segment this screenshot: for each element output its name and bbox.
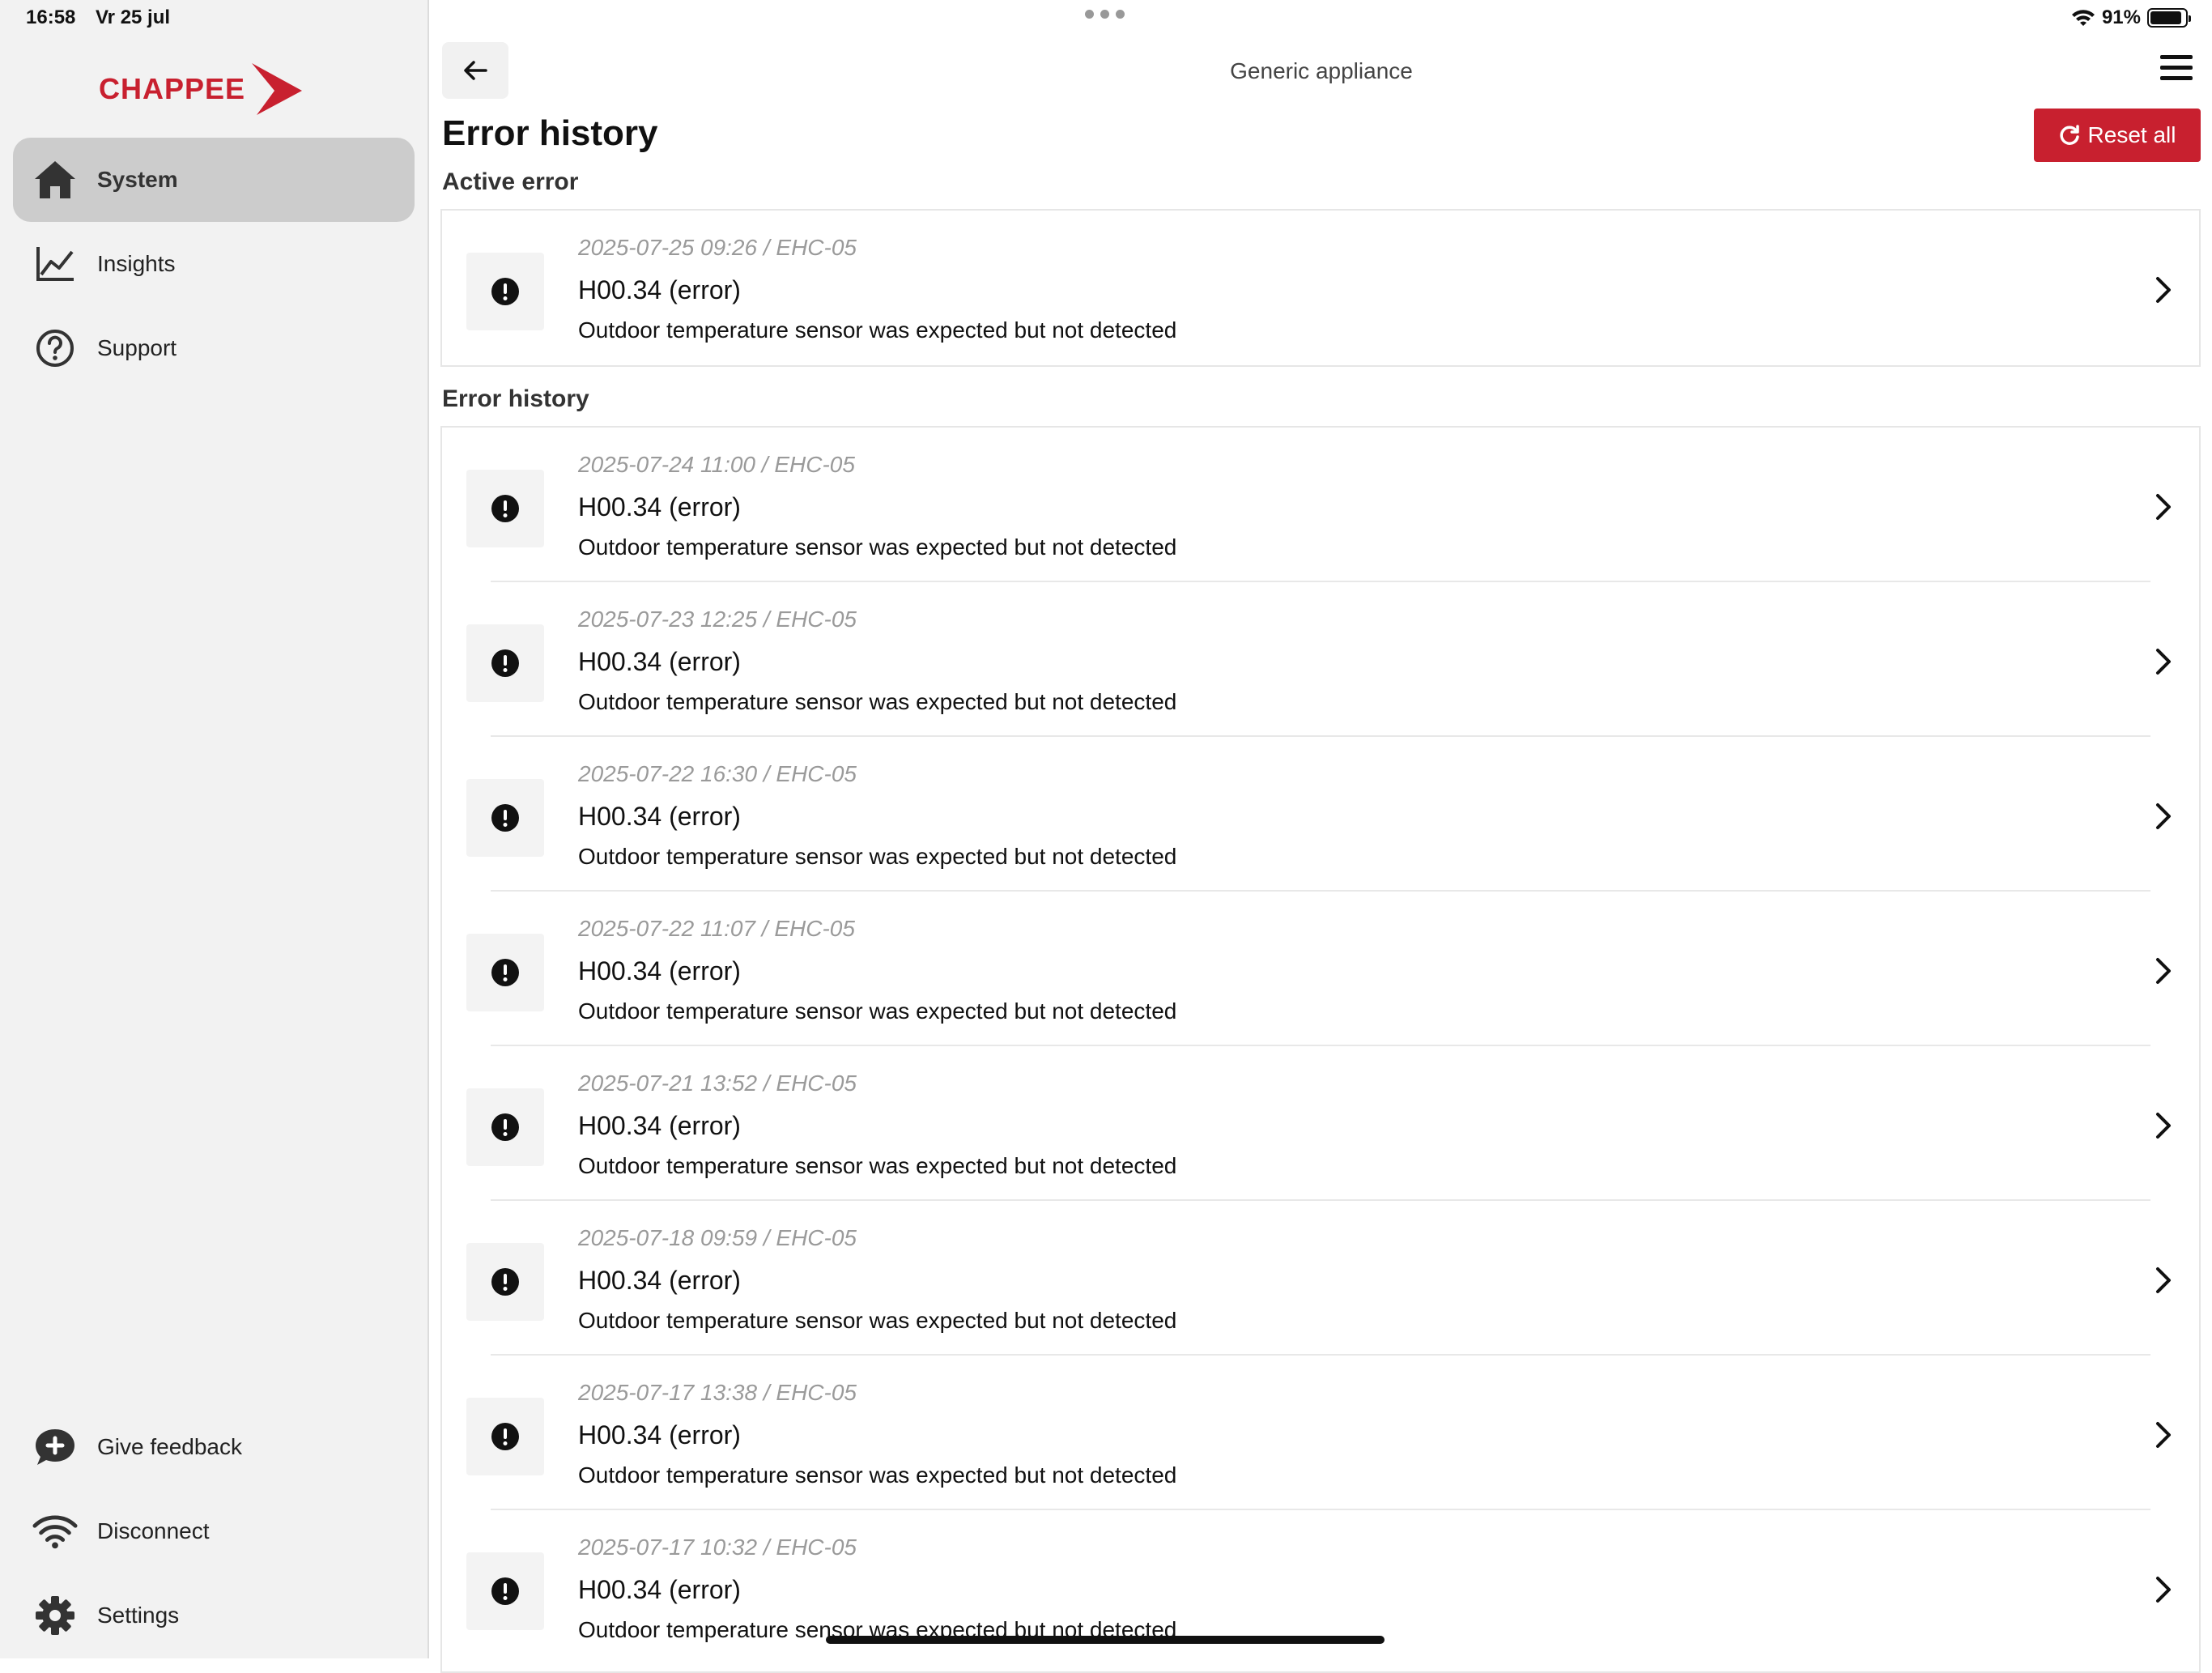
arrow-left-icon	[464, 61, 487, 80]
sidebar-item-label: Settings	[97, 1603, 180, 1628]
chevron-right-icon	[2156, 1422, 2171, 1448]
error-icon	[466, 1088, 544, 1166]
error-history-heading: Error history	[442, 385, 589, 412]
error-description: Outdoor temperature sensor was expected …	[578, 998, 1177, 1024]
sidebar-item-label: Insights	[97, 251, 176, 276]
error-timestamp: 2025-07-25 09:26 / EHC-05	[578, 235, 857, 260]
home-icon	[32, 157, 78, 202]
chevron-right-icon	[2156, 649, 2171, 675]
error-icon	[466, 934, 544, 1011]
status-bar: 16:58 Vr 25 jul 91%	[0, 0, 2212, 39]
error-icon	[466, 1398, 544, 1475]
sidebar-item-insights[interactable]: Insights	[13, 222, 415, 306]
error-code: H00.34 (error)	[578, 802, 741, 831]
error-list-item[interactable]: 2025-07-22 11:07 / EHC-05 H00.34 (error) O…	[442, 892, 2199, 1046]
error-icon	[466, 779, 544, 857]
battery-percent: 91%	[2101, 6, 2141, 28]
back-button[interactable]	[442, 42, 508, 99]
error-code: H00.34 (error)	[578, 1111, 741, 1140]
error-list-item[interactable]: 2025-07-17 13:38 / EHC-05 H00.34 (error) O…	[442, 1356, 2199, 1510]
battery-icon	[2147, 8, 2191, 28]
error-timestamp: 2025-07-18 09:59 / EHC-05	[578, 1225, 857, 1250]
header-title: Generic appliance	[1230, 58, 1413, 83]
wifi-icon	[32, 1509, 78, 1554]
error-list-item[interactable]: 2025-07-22 16:30 / EHC-05 H00.34 (error) O…	[442, 737, 2199, 892]
help-circle-icon	[32, 326, 78, 371]
error-code: H00.34 (error)	[578, 1266, 741, 1295]
sidebar-item-label: System	[97, 167, 178, 192]
error-icon	[466, 624, 544, 702]
error-timestamp: 2025-07-17 10:32 / EHC-05	[578, 1535, 857, 1560]
error-description: Outdoor temperature sensor was expected …	[578, 689, 1177, 714]
error-timestamp: 2025-07-22 16:30 / EHC-05	[578, 761, 857, 786]
sidebar-item-system[interactable]: System	[13, 138, 415, 222]
error-description: Outdoor temperature sensor was expected …	[578, 1153, 1177, 1178]
chevron-right-icon	[2156, 958, 2171, 984]
chappee-logo: CHAPPEE	[99, 62, 304, 117]
sidebar-item-label: Support	[97, 335, 177, 360]
sidebar-item-label: Disconnect	[97, 1518, 210, 1543]
error-icon	[466, 1243, 544, 1321]
wifi-status-icon	[2071, 10, 2095, 26]
error-code: H00.34 (error)	[578, 1575, 741, 1604]
status-indicators: 91%	[2071, 6, 2191, 29]
sidebar-item-give-feedback[interactable]: Give feedback	[13, 1405, 415, 1489]
sidebar-item-label: Give feedback	[97, 1434, 242, 1459]
multitasking-dots-icon[interactable]	[1085, 10, 1125, 19]
active-error-heading: Active error	[442, 168, 579, 195]
error-code: H00.34 (error)	[578, 956, 741, 985]
error-list-item[interactable]: 2025-07-21 13:52 / EHC-05 H00.34 (error) O…	[442, 1046, 2199, 1201]
sidebar-item-settings[interactable]: Settings	[13, 1573, 415, 1658]
active-error-card: 2025-07-25 09:26 / EHC-05 H00.34 (error) O…	[440, 209, 2201, 367]
error-icon	[466, 470, 544, 547]
sidebar-item-disconnect[interactable]: Disconnect	[13, 1489, 415, 1573]
error-list-item[interactable]: 2025-07-24 11:00 / EHC-05 H00.34 (error) O…	[442, 428, 2199, 582]
error-history-card: 2025-07-24 11:00 / EHC-05 H00.34 (error) O…	[440, 426, 2201, 1673]
gear-icon	[32, 1593, 78, 1638]
error-description: Outdoor temperature sensor was expected …	[578, 534, 1177, 560]
error-timestamp: 2025-07-24 11:00 / EHC-05	[578, 452, 855, 477]
error-code: H00.34 (error)	[578, 647, 741, 676]
error-code: H00.34 (error)	[578, 1420, 741, 1450]
error-description: Outdoor temperature sensor was expected …	[578, 1462, 1177, 1488]
error-list-item[interactable]: 2025-07-18 09:59 / EHC-05 H00.34 (error) O…	[442, 1201, 2199, 1356]
sidebar: CHAPPEE System Insights Support Give fee…	[0, 0, 429, 1658]
chevron-right-icon	[2156, 1577, 2171, 1603]
chevron-right-icon	[2156, 803, 2171, 829]
feedback-bubble-icon	[32, 1424, 78, 1470]
page-title: Error history	[442, 113, 658, 153]
reset-all-label: Reset all	[2087, 122, 2176, 147]
error-list-item[interactable]: 2025-07-23 12:25 / EHC-05 H00.34 (error) O…	[442, 582, 2199, 737]
status-time: 16:58	[26, 6, 76, 28]
logo-arrow-icon	[252, 63, 303, 115]
error-timestamp: 2025-07-23 12:25 / EHC-05	[578, 607, 857, 632]
hamburger-menu-icon[interactable]	[2160, 55, 2193, 86]
error-description: Outdoor temperature sensor was expected …	[578, 844, 1177, 869]
home-indicator[interactable]	[826, 1636, 1385, 1644]
error-timestamp: 2025-07-21 13:52 / EHC-05	[578, 1071, 857, 1096]
sidebar-item-support[interactable]: Support	[13, 306, 415, 390]
error-description: Outdoor temperature sensor was expected …	[578, 317, 1177, 343]
main-content: Generic appliance Error history Reset al…	[431, 0, 2212, 1673]
reset-all-button[interactable]: Reset all	[2034, 109, 2201, 162]
chevron-right-icon	[2156, 1113, 2171, 1139]
error-code: H00.34 (error)	[578, 275, 741, 304]
error-description: Outdoor temperature sensor was expected …	[578, 1308, 1177, 1333]
error-icon	[466, 253, 544, 330]
error-list-item[interactable]: 2025-07-25 09:26 / EHC-05 H00.34 (error) O…	[442, 211, 2199, 365]
chart-line-icon	[32, 241, 78, 287]
logo-text: CHAPPEE	[99, 72, 246, 105]
chevron-right-icon	[2156, 277, 2171, 303]
chevron-right-icon	[2156, 1267, 2171, 1293]
error-timestamp: 2025-07-17 13:38 / EHC-05	[578, 1380, 857, 1405]
error-timestamp: 2025-07-22 11:07 / EHC-05	[578, 916, 855, 941]
refresh-icon	[2060, 125, 2079, 145]
error-code: H00.34 (error)	[578, 492, 741, 521]
status-date: Vr 25 jul	[96, 6, 171, 28]
error-icon	[466, 1552, 544, 1630]
chevron-right-icon	[2156, 494, 2171, 520]
